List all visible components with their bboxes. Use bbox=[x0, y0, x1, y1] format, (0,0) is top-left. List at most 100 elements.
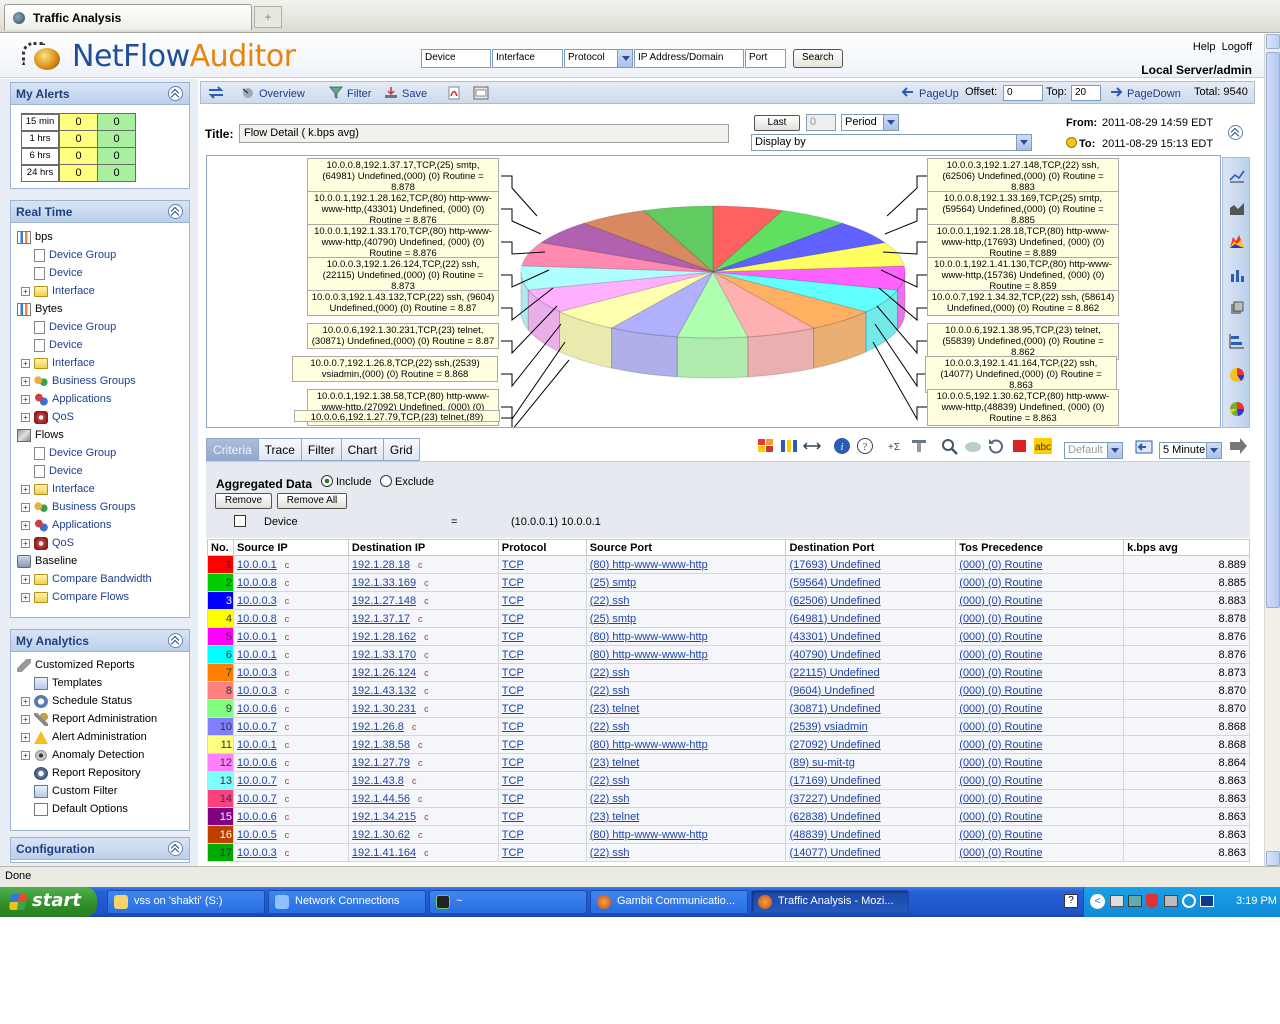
destination-ip-link[interactable]: 192.1.43.132 c bbox=[347, 681, 499, 700]
drilldown-icon[interactable]: c bbox=[424, 596, 429, 606]
tree-item-anomaly-detection[interactable]: + Anomaly Detection bbox=[21, 746, 144, 764]
collapse-up-icon[interactable] bbox=[168, 841, 183, 856]
destination-port-link[interactable]: (17169) Undefined bbox=[785, 771, 957, 790]
tree-item-default-options[interactable]: +Default Options bbox=[21, 800, 128, 818]
back-arrow-icon[interactable] bbox=[1133, 437, 1155, 457]
destination-port-link[interactable]: (59564) Undefined bbox=[785, 573, 957, 592]
drilldown-icon[interactable]: c bbox=[418, 830, 423, 840]
device-search-input[interactable]: Device bbox=[421, 49, 491, 68]
pageup-button[interactable]: PageUp bbox=[901, 86, 959, 100]
tree-item-business-groups-node[interactable]: + Business Groups bbox=[21, 372, 136, 390]
port-search-input[interactable]: Port bbox=[745, 49, 786, 68]
source-port-link[interactable]: (80) http-www-www-http bbox=[585, 627, 787, 646]
alert-warning-count[interactable]: 0 bbox=[59, 130, 98, 148]
expand-plus-icon[interactable]: + bbox=[21, 714, 30, 724]
forward-arrow-icon[interactable] bbox=[1227, 436, 1249, 456]
info-circle-icon[interactable]: i bbox=[832, 437, 852, 455]
tree-item-device-group-node[interactable]: +Device Group bbox=[21, 246, 116, 264]
destination-port-link[interactable]: (40790) Undefined bbox=[785, 645, 957, 664]
expand-plus-icon[interactable]: + bbox=[21, 484, 30, 494]
source-port-link[interactable]: (22) ssh bbox=[585, 663, 787, 682]
table-row[interactable]: 16 10.0.0.5 c 192.1.30.62 c TCP (80) http-www-… bbox=[207, 825, 1250, 844]
collapse-up-icon[interactable] bbox=[1228, 125, 1243, 140]
tos-precedence-link[interactable]: (000) (0) Routine bbox=[955, 555, 1125, 574]
scroll-down-icon[interactable] bbox=[1266, 851, 1280, 866]
expand-width-icon[interactable] bbox=[802, 437, 822, 455]
drilldown-icon[interactable]: c bbox=[412, 722, 417, 732]
tos-precedence-link[interactable]: (000) (0) Routine bbox=[955, 771, 1125, 790]
drilldown-icon[interactable]: c bbox=[424, 668, 429, 678]
3d-pie-chart-icon[interactable] bbox=[1228, 400, 1246, 418]
display-by-select[interactable]: Display by bbox=[751, 134, 1032, 151]
criteria-checkbox[interactable] bbox=[234, 515, 246, 527]
drilldown-icon[interactable]: c bbox=[418, 794, 423, 804]
destination-ip-link[interactable]: 192.1.26.8 c bbox=[347, 717, 499, 736]
destination-port-link[interactable]: (9604) Undefined bbox=[785, 681, 957, 700]
table-row[interactable]: 9 10.0.0.6 c 192.1.30.231 c TCP (23) telnet (30… bbox=[207, 699, 1250, 718]
configuration-header[interactable]: Configuration bbox=[11, 838, 189, 860]
tos-precedence-link[interactable]: (000) (0) Routine bbox=[955, 753, 1125, 772]
protocol-link[interactable]: TCP bbox=[497, 735, 587, 754]
tree-item-device-node[interactable]: +Device bbox=[21, 462, 83, 480]
collapse-up-icon[interactable] bbox=[168, 204, 183, 219]
destination-port-link[interactable]: (62838) Undefined bbox=[785, 807, 957, 826]
drilldown-icon[interactable]: c bbox=[424, 812, 429, 822]
drilldown-icon[interactable]: c bbox=[285, 794, 290, 804]
scroll-up-icon[interactable] bbox=[1266, 34, 1280, 49]
source-port-link[interactable]: (25) smtp bbox=[585, 573, 787, 592]
save-button[interactable]: Save bbox=[384, 86, 427, 100]
tree-item-applications-node[interactable]: + Applications bbox=[21, 516, 111, 534]
task-vss[interactable]: vss on 'shakti' (S:) bbox=[107, 890, 265, 914]
source-port-link[interactable]: (22) ssh bbox=[585, 681, 787, 700]
destination-port-link[interactable]: (37227) Undefined bbox=[785, 789, 957, 808]
tos-precedence-link[interactable]: (000) (0) Routine bbox=[955, 717, 1125, 736]
tree-item-customized-reports[interactable]: Customized Reports bbox=[17, 656, 135, 674]
overview-button[interactable]: Overview bbox=[241, 86, 305, 100]
expand-plus-icon[interactable]: + bbox=[21, 412, 30, 422]
protocol-link[interactable]: TCP bbox=[497, 807, 587, 826]
source-port-link[interactable]: (80) http-www-www-http bbox=[585, 645, 787, 664]
style-select[interactable]: Default bbox=[1064, 442, 1123, 459]
source-ip-link[interactable]: 10.0.0.7 c bbox=[232, 789, 349, 808]
network-tray-icon[interactable] bbox=[1164, 895, 1178, 907]
drilldown-icon[interactable]: c bbox=[285, 812, 290, 822]
drilldown-icon[interactable]: c bbox=[412, 776, 417, 786]
interval-select[interactable]: 5 Minute bbox=[1159, 442, 1222, 459]
source-port-link[interactable]: (23) telnet bbox=[585, 807, 787, 826]
drilldown-icon[interactable]: c bbox=[285, 758, 290, 768]
source-ip-link[interactable]: 10.0.0.7 c bbox=[232, 771, 349, 790]
printer-icon[interactable] bbox=[1110, 895, 1124, 907]
pagedown-button[interactable]: PageDown bbox=[1109, 86, 1181, 100]
expand-plus-icon[interactable]: + bbox=[21, 750, 30, 760]
stacked-area-icon[interactable] bbox=[1228, 232, 1246, 250]
drilldown-icon[interactable]: c bbox=[285, 848, 290, 858]
pdf-export-icon[interactable] bbox=[447, 86, 461, 103]
alert-warning-count[interactable]: 0 bbox=[59, 113, 98, 131]
table-row[interactable]: 7 10.0.0.3 c 192.1.26.124 c TCP (22) ssh (22115… bbox=[207, 663, 1250, 682]
tree-item-business-groups-node[interactable]: + Business Groups bbox=[21, 498, 136, 516]
drilldown-icon[interactable]: c bbox=[418, 614, 423, 624]
protocol-link[interactable]: TCP bbox=[497, 627, 587, 646]
source-ip-link[interactable]: 10.0.0.3 c bbox=[232, 663, 349, 682]
my-alerts-header[interactable]: My Alerts bbox=[11, 83, 189, 105]
tos-precedence-link[interactable]: (000) (0) Routine bbox=[955, 789, 1125, 808]
source-port-link[interactable]: (22) ssh bbox=[585, 789, 787, 808]
table-row[interactable]: 15 10.0.0.6 c 192.1.34.215 c TCP (23) telnet (6… bbox=[207, 807, 1250, 826]
horizontal-bar-icon[interactable] bbox=[1228, 332, 1246, 350]
grid-colors-icon[interactable] bbox=[756, 437, 776, 455]
collapse-up-icon[interactable] bbox=[168, 633, 183, 648]
source-ip-link[interactable]: 10.0.0.3 c bbox=[232, 843, 349, 862]
destination-port-link[interactable]: (17693) Undefined bbox=[785, 555, 957, 574]
expand-plus-icon[interactable]: + bbox=[21, 538, 30, 548]
table-row[interactable]: 1 10.0.0.1 c 192.1.28.18 c TCP (80) http-www-w… bbox=[207, 555, 1250, 574]
destination-ip-link[interactable]: 192.1.26.124 c bbox=[347, 663, 499, 682]
sum-columns-icon[interactable]: +Σ bbox=[886, 437, 906, 455]
source-port-link[interactable]: (80) http-www-www-http bbox=[585, 735, 787, 754]
protocol-link[interactable]: TCP bbox=[497, 663, 587, 682]
source-ip-link[interactable]: 10.0.0.1 c bbox=[232, 735, 349, 754]
column-settings-icon[interactable] bbox=[909, 437, 929, 455]
tree-item-applications-node[interactable]: + Applications bbox=[21, 390, 111, 408]
drilldown-icon[interactable]: c bbox=[424, 704, 429, 714]
last-value-input[interactable]: 0 bbox=[806, 114, 836, 131]
destination-ip-link[interactable]: 192.1.27.148 c bbox=[347, 591, 499, 610]
